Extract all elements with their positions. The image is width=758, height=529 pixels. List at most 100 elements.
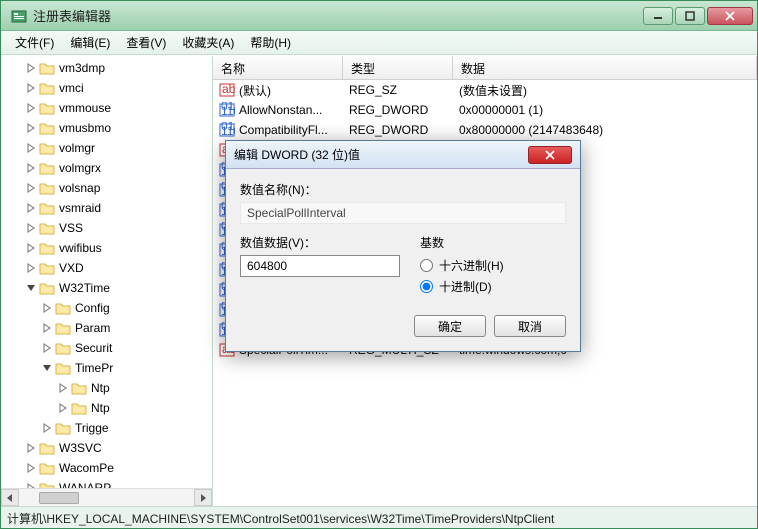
- expander-icon[interactable]: [25, 222, 37, 234]
- tree-item[interactable]: vmci: [1, 78, 212, 98]
- window-title: 注册表编辑器: [33, 6, 643, 25]
- cell-name: ab(默认): [213, 80, 343, 101]
- dialog-close-button[interactable]: [528, 146, 572, 164]
- minimize-button[interactable]: [643, 7, 673, 25]
- expander-icon[interactable]: [25, 442, 37, 454]
- close-button[interactable]: [707, 7, 753, 25]
- scroll-right-button[interactable]: [194, 489, 212, 506]
- tree-item[interactable]: W32Time: [1, 278, 212, 298]
- tree-item-label: vm3dmp: [59, 61, 105, 75]
- tree-item[interactable]: VXD: [1, 258, 212, 278]
- menu-help[interactable]: 帮助(H): [242, 31, 299, 54]
- tree-item[interactable]: Trigge: [1, 418, 212, 438]
- titlebar[interactable]: 注册表编辑器: [1, 1, 757, 31]
- tree-item-label: vwifibus: [59, 241, 102, 255]
- cell-type: REG_DWORD: [343, 121, 453, 139]
- tree-item-label: WacomPe: [59, 461, 114, 475]
- col-name[interactable]: 名称: [213, 56, 343, 79]
- expander-icon[interactable]: [25, 142, 37, 154]
- expander-icon[interactable]: [25, 122, 37, 134]
- ok-button[interactable]: 确定: [414, 315, 486, 337]
- tree-hscrollbar[interactable]: [1, 488, 212, 506]
- value-data-label: 数值数据(V)：: [240, 234, 400, 251]
- tree-item[interactable]: vwifibus: [1, 238, 212, 258]
- tree-item-label: volsnap: [59, 181, 100, 195]
- tree-item[interactable]: W3SVC: [1, 438, 212, 458]
- expander-icon[interactable]: [25, 202, 37, 214]
- list-row[interactable]: 011110AllowNonstan...REG_DWORD0x00000001…: [213, 100, 757, 120]
- tree-item-label: volmgrx: [59, 161, 101, 175]
- tree-item[interactable]: Ntp: [1, 378, 212, 398]
- tree-item[interactable]: Ntp: [1, 398, 212, 418]
- menu-favorites[interactable]: 收藏夹(A): [174, 31, 242, 54]
- tree-item[interactable]: volmgr: [1, 138, 212, 158]
- app-icon: [11, 8, 27, 24]
- cancel-button[interactable]: 取消: [494, 315, 566, 337]
- registry-tree[interactable]: vm3dmp vmcivmmousevmusbmovolmgr volmgrx vol…: [1, 56, 212, 488]
- expander-icon[interactable]: [25, 102, 37, 114]
- tree-item[interactable]: volsnap: [1, 178, 212, 198]
- expander-icon[interactable]: [25, 282, 37, 294]
- list-header[interactable]: 名称 类型 数据: [213, 56, 757, 80]
- tree-item-label: W32Time: [59, 281, 110, 295]
- tree-item[interactable]: WANARP: [1, 478, 212, 488]
- expander-icon[interactable]: [25, 482, 37, 488]
- scroll-left-button[interactable]: [1, 489, 19, 506]
- tree-item[interactable]: Param: [1, 318, 212, 338]
- expander-icon[interactable]: [57, 382, 69, 394]
- list-row[interactable]: ab(默认)REG_SZ(数值未设置): [213, 80, 757, 100]
- list-row[interactable]: 011110CompatibilityFl...REG_DWORD0x80000…: [213, 120, 757, 140]
- tree-item-label: VXD: [59, 261, 84, 275]
- status-path: 计算机\HKEY_LOCAL_MACHINE\SYSTEM\ControlSet…: [7, 512, 554, 526]
- menu-edit[interactable]: 编辑(E): [62, 31, 118, 54]
- col-type[interactable]: 类型: [343, 56, 453, 79]
- tree-item-label: WANARP: [59, 481, 111, 488]
- cell-type: REG_DWORD: [343, 101, 453, 119]
- scroll-thumb[interactable]: [39, 492, 79, 504]
- tree-item[interactable]: vm3dmp: [1, 58, 212, 78]
- expander-icon[interactable]: [25, 242, 37, 254]
- expander-icon[interactable]: [41, 322, 53, 334]
- expander-icon[interactable]: [25, 462, 37, 474]
- expander-icon[interactable]: [25, 82, 37, 94]
- expander-icon[interactable]: [57, 402, 69, 414]
- radix-dec-option[interactable]: 十进制(D): [420, 278, 504, 295]
- expander-icon[interactable]: [25, 62, 37, 74]
- value-data-input[interactable]: [240, 255, 400, 277]
- expander-icon[interactable]: [41, 422, 53, 434]
- menu-view[interactable]: 查看(V): [118, 31, 174, 54]
- radix-hex-radio[interactable]: [420, 259, 433, 272]
- tree-item[interactable]: vsmraid: [1, 198, 212, 218]
- expander-icon[interactable]: [41, 302, 53, 314]
- tree-pane: vm3dmp vmcivmmousevmusbmovolmgr volmgrx vol…: [1, 56, 213, 506]
- tree-item[interactable]: TimePr: [1, 358, 212, 378]
- expander-icon[interactable]: [25, 262, 37, 274]
- tree-item[interactable]: Securit: [1, 338, 212, 358]
- scroll-track[interactable]: [19, 489, 194, 506]
- tree-item[interactable]: Config: [1, 298, 212, 318]
- tree-item[interactable]: volmgrx: [1, 158, 212, 178]
- expander-icon[interactable]: [25, 182, 37, 194]
- expander-icon[interactable]: [41, 342, 53, 354]
- maximize-button[interactable]: [675, 7, 705, 25]
- tree-item-label: Param: [75, 321, 110, 335]
- expander-icon[interactable]: [41, 362, 53, 374]
- tree-item[interactable]: VSS: [1, 218, 212, 238]
- dialog-titlebar[interactable]: 编辑 DWORD (32 位)值: [226, 141, 580, 169]
- value-name-label: 数值名称(N)：: [240, 181, 566, 198]
- tree-item[interactable]: vmmouse: [1, 98, 212, 118]
- tree-item-label: TimePr: [75, 361, 113, 375]
- menu-file[interactable]: 文件(F): [7, 31, 62, 54]
- tree-item-label: Ntp: [91, 401, 110, 415]
- radix-dec-radio[interactable]: [420, 280, 433, 293]
- tree-item[interactable]: WacomPe: [1, 458, 212, 478]
- statusbar: 计算机\HKEY_LOCAL_MACHINE\SYSTEM\ControlSet…: [1, 506, 757, 528]
- col-data[interactable]: 数据: [453, 56, 757, 79]
- cell-data: (数值未设置): [453, 80, 757, 101]
- tree-item-label: Securit: [75, 341, 112, 355]
- tree-item-label: Trigge: [75, 421, 109, 435]
- expander-icon[interactable]: [25, 162, 37, 174]
- radix-hex-option[interactable]: 十六进制(H): [420, 257, 504, 274]
- tree-item[interactable]: vmusbmo: [1, 118, 212, 138]
- dialog-title: 编辑 DWORD (32 位)值: [234, 146, 360, 163]
